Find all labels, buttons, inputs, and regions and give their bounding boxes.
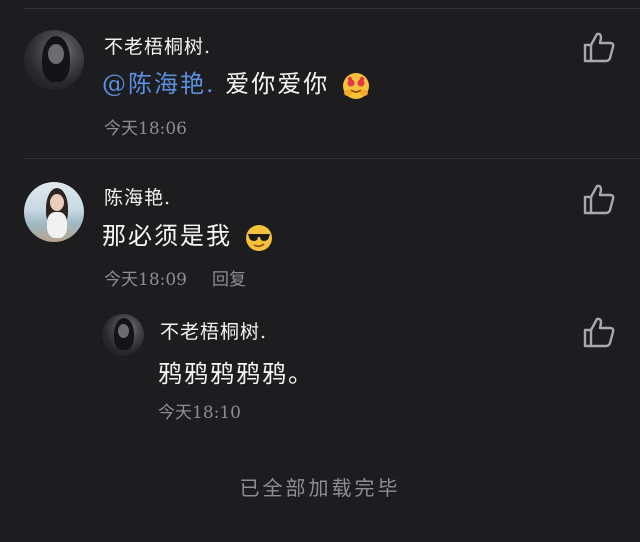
- reply-button[interactable]: 回复: [212, 265, 246, 290]
- thumbs-up-icon[interactable]: [582, 182, 616, 216]
- comment-text: 那必须是我: [102, 216, 274, 253]
- comment-author[interactable]: 不老梧桐树.: [104, 32, 211, 59]
- reply-author[interactable]: 不老梧桐树.: [160, 317, 267, 344]
- comment-time: 今天18:06: [104, 119, 187, 139]
- comment-list: 不老梧桐树. @陈海艳. 爱你爱你 今天18:06 陈海艳. 那必须是我 今天1…: [0, 0, 640, 542]
- comment-body: 爱你爱你: [225, 70, 330, 98]
- top-divider: [24, 8, 640, 9]
- avatar[interactable]: [102, 314, 144, 356]
- all-loaded-text: 已全部加载完毕: [239, 476, 401, 500]
- hugging-face-emoji-icon: [342, 72, 369, 99]
- avatar[interactable]: [24, 182, 84, 242]
- avatar[interactable]: [24, 30, 84, 90]
- mention-link[interactable]: @陈海艳.: [102, 70, 216, 98]
- thumbs-up-icon[interactable]: [582, 315, 616, 349]
- comment-author[interactable]: 陈海艳.: [104, 183, 171, 210]
- thumbs-up-icon[interactable]: [582, 30, 616, 64]
- comment-time: 今天18:09: [104, 270, 187, 290]
- comment-body: 那必须是我: [102, 222, 232, 250]
- comment-divider: [24, 158, 640, 159]
- comment-text: @陈海艳. 爱你爱你: [102, 64, 371, 101]
- reply-text: 鸦鸦鸦鸦鸦。: [158, 360, 314, 388]
- reply-time: 今天18:10: [158, 403, 241, 423]
- sunglasses-face-emoji-icon: [245, 224, 272, 251]
